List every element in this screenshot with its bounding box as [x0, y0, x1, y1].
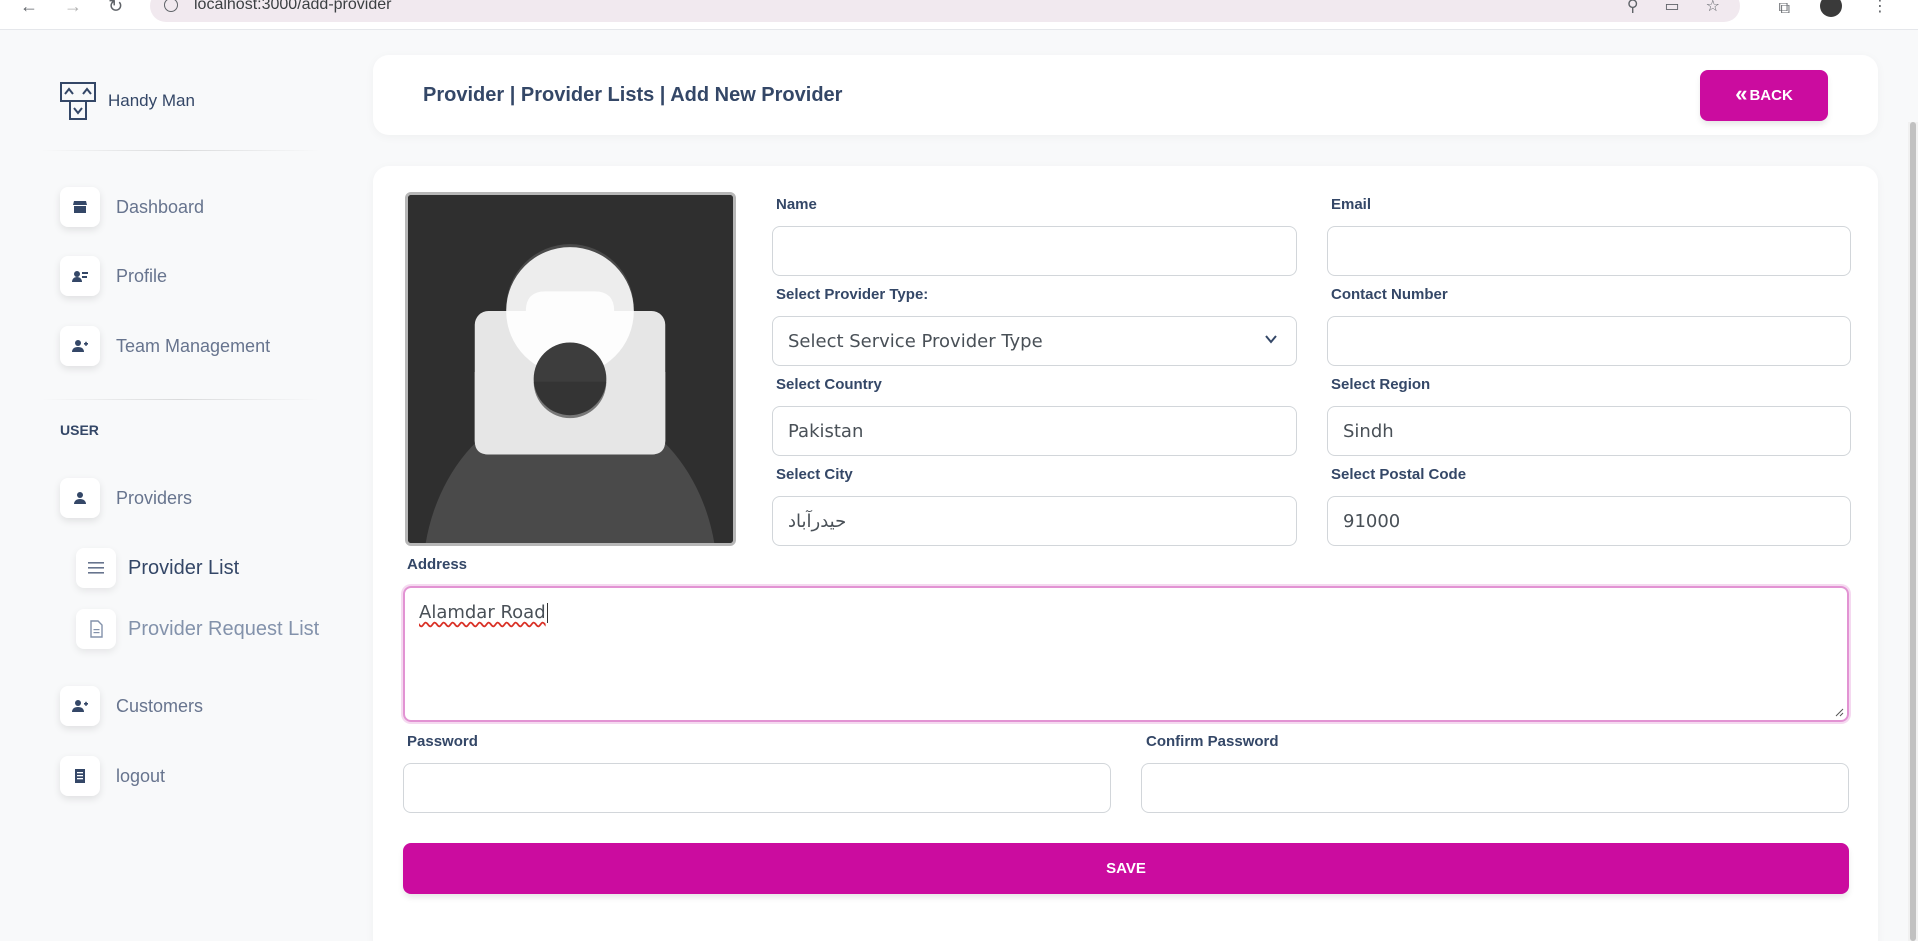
sidebar-subitem-label: Provider Request List: [128, 617, 320, 640]
shop-icon: [60, 187, 100, 227]
sidebar-item-customers[interactable]: Customers: [60, 686, 203, 726]
sidebar-item-logout[interactable]: logout: [60, 756, 165, 796]
profile-card-icon: [60, 256, 100, 296]
sidebar-item-label: Dashboard: [116, 196, 205, 217]
region-label: Select Region: [1331, 376, 1431, 393]
city-select[interactable]: حیدرآباد: [772, 496, 1297, 546]
country-label: Select Country: [776, 376, 882, 393]
address-bar[interactable]: localhost:3000/add-provider ⚲ ▭ ☆: [150, 0, 1740, 22]
email-label: Email: [1331, 196, 1372, 213]
chevron-down-icon: [1265, 335, 1277, 344]
sidebar-subitem-label: Provider List: [128, 556, 240, 579]
password-label: Password: [407, 733, 478, 750]
scrollbar-thumb[interactable]: [1910, 122, 1916, 941]
sidebar-subitem-provider-list[interactable]: Provider List: [76, 548, 239, 588]
breadcrumb: Provider | Provider Lists | Add New Prov…: [423, 84, 843, 106]
sidebar-section-user: USER: [60, 422, 99, 438]
user-plus-icon: [60, 686, 100, 726]
url-text[interactable]: localhost:3000/add-provider: [194, 0, 391, 14]
list-icon: [76, 548, 116, 588]
page-scrollbar[interactable]: [1908, 122, 1918, 941]
brand-name: Handy Man: [108, 91, 195, 110]
sidebar-divider: [40, 399, 320, 400]
sidebar-item-profile[interactable]: Profile: [60, 256, 167, 296]
text-caret: [546, 603, 548, 623]
sidebar-item-label: Providers: [116, 487, 193, 508]
install-app-icon[interactable]: ▭: [1665, 0, 1680, 16]
sidebar-item-team-management[interactable]: Team Management: [60, 326, 270, 366]
provider-type-label: Select Provider Type:: [776, 286, 929, 303]
handyman-logo-icon: [60, 82, 96, 120]
sidebar-item-providers[interactable]: Providers: [60, 478, 192, 518]
provider-type-selected: Select Service Provider Type: [788, 330, 1043, 352]
contact-number-label: Contact Number: [1331, 286, 1448, 303]
region-select[interactable]: Sindh: [1327, 406, 1851, 456]
extensions-icon[interactable]: ⧉: [1779, 0, 1790, 18]
reload-icon[interactable]: ↻: [108, 0, 123, 17]
sidebar-item-label: Profile: [116, 265, 168, 286]
document-icon: [76, 609, 116, 649]
forward-arrow-icon[interactable]: →: [64, 0, 82, 17]
name-field[interactable]: [772, 226, 1297, 276]
address-textarea[interactable]: Alamdar Road: [403, 586, 1849, 722]
postal-code-select[interactable]: 91000: [1327, 496, 1851, 546]
user-plus-icon: [60, 326, 100, 366]
back-button-label: BACK: [1749, 87, 1793, 104]
sidebar: Handy Man Dashboard Profile Team Managem…: [0, 30, 340, 941]
confirm-password-label: Confirm Password: [1146, 733, 1279, 750]
sidebar-divider: [40, 150, 320, 151]
provider-type-select[interactable]: Select Service Provider Type: [772, 316, 1297, 366]
user-icon: [60, 478, 100, 518]
confirm-password-field[interactable]: [1141, 763, 1849, 813]
location-icon[interactable]: ⚲: [1627, 0, 1639, 16]
add-provider-form: Name Email Select Provider Type: Select …: [373, 166, 1878, 941]
brand[interactable]: Handy Man: [60, 82, 195, 120]
sidebar-item-label: Customers: [116, 695, 204, 716]
back-button[interactable]: « BACK: [1700, 70, 1828, 121]
country-select[interactable]: Pakistan: [772, 406, 1297, 456]
double-chevron-left-icon: «: [1735, 80, 1748, 106]
city-label: Select City: [776, 466, 853, 483]
email-field[interactable]: [1327, 226, 1851, 276]
avatar-placeholder-icon: [408, 195, 733, 543]
name-label: Name: [776, 196, 817, 213]
password-field[interactable]: [403, 763, 1111, 813]
profile-photo-upload[interactable]: [405, 192, 736, 546]
sidebar-subitem-provider-request-list[interactable]: Provider Request List: [76, 609, 319, 649]
address-label: Address: [407, 556, 468, 573]
page-header: Provider | Provider Lists | Add New Prov…: [373, 55, 1878, 135]
bookmark-star-icon[interactable]: ☆: [1706, 0, 1720, 16]
menu-kebab-icon[interactable]: ⋮: [1872, 0, 1888, 16]
back-arrow-icon[interactable]: ←: [20, 0, 38, 17]
save-button[interactable]: SAVE: [403, 843, 1849, 894]
sidebar-item-label: Team Management: [116, 335, 271, 356]
site-info-icon[interactable]: [164, 0, 178, 12]
book-icon: [60, 756, 100, 796]
sidebar-item-label: logout: [116, 765, 166, 786]
postal-code-label: Select Postal Code: [1331, 466, 1467, 483]
resize-handle-icon[interactable]: [1834, 707, 1844, 717]
address-value: Alamdar Road: [419, 602, 546, 623]
sidebar-item-dashboard[interactable]: Dashboard: [60, 187, 204, 227]
browser-toolbar: ← → ↻ localhost:3000/add-provider ⚲ ▭ ☆ …: [0, 0, 1918, 30]
profile-avatar[interactable]: [1820, 0, 1842, 17]
contact-number-field[interactable]: [1327, 316, 1851, 366]
